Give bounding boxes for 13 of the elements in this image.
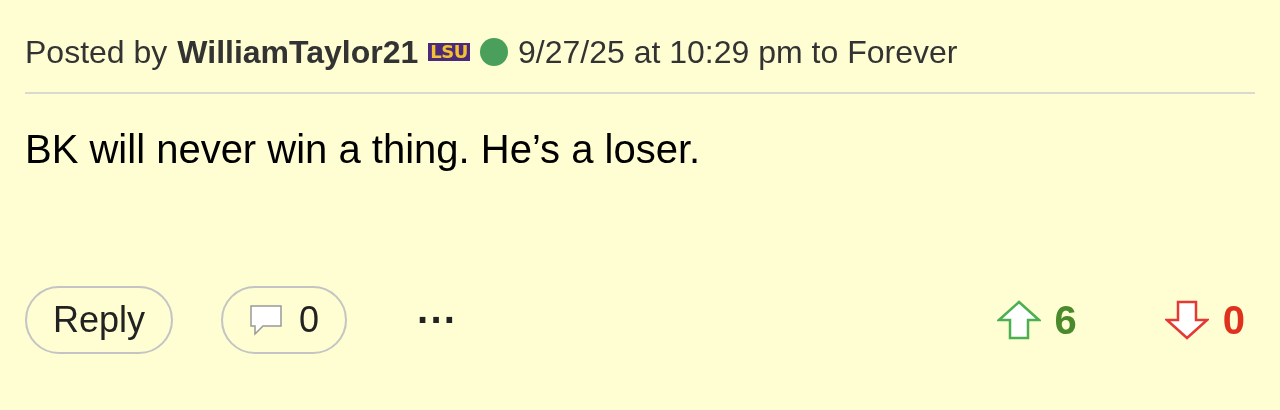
post-timestamp: 9/27/25 at 10:29 pm to Forever [518, 36, 958, 68]
post-body: BK will never win a thing. He’s a loser. [25, 126, 702, 173]
downvote-arrow-icon[interactable] [1164, 300, 1209, 340]
upvote-count: 6 [1054, 297, 1077, 344]
author-name[interactable]: WilliamTaylor21 [177, 36, 419, 68]
upvote-arrow-icon[interactable] [996, 300, 1041, 340]
posted-by-label: Posted by [25, 36, 168, 68]
comment-button[interactable]: 0 [221, 286, 348, 354]
team-badge: LSU [428, 43, 470, 61]
reply-button[interactable]: Reply [25, 286, 174, 354]
speech-bubble-icon [249, 304, 284, 336]
more-options-button[interactable]: ··· [417, 300, 458, 340]
downvote-count: 0 [1222, 297, 1245, 344]
